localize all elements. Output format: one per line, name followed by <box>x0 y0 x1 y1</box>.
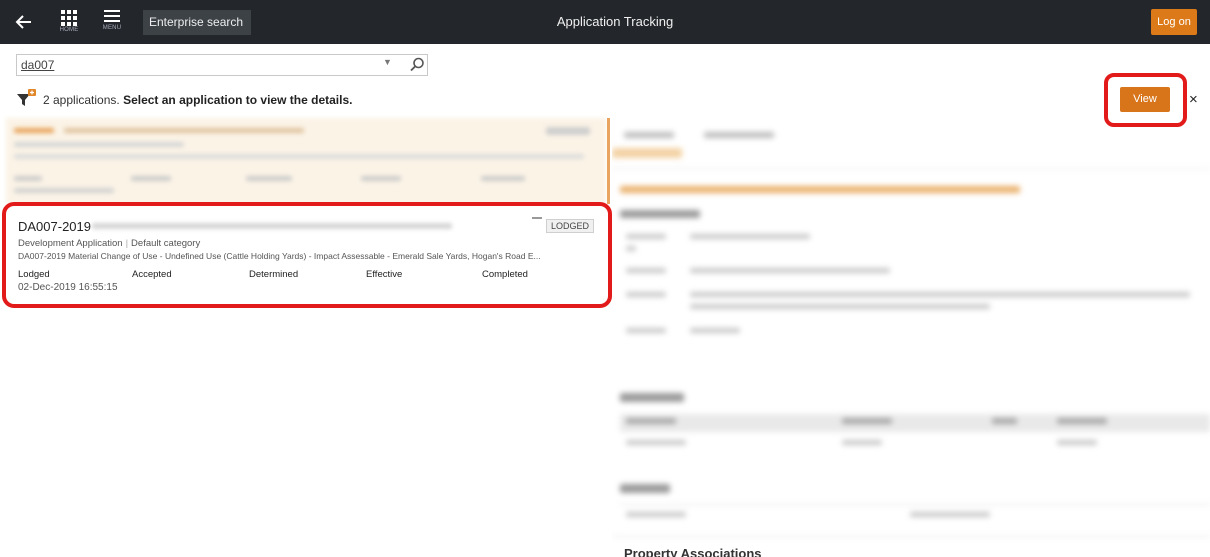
milestone-effective: Effective <box>366 269 403 280</box>
home-label: HOME <box>59 27 79 33</box>
log-on-button[interactable]: Log on <box>1151 9 1197 35</box>
milestone-lodged: Lodged <box>18 269 50 280</box>
menu-label: MENU <box>102 25 122 31</box>
milestone-accepted: Accepted <box>132 269 172 280</box>
application-title-blurred <box>92 223 452 229</box>
status-marker <box>532 217 542 219</box>
filter-icon[interactable] <box>16 88 38 108</box>
top-bar: HOME MENU Enterprise search Application … <box>0 0 1210 44</box>
search-icon[interactable] <box>408 56 426 74</box>
selection-rail <box>607 118 610 204</box>
home-button[interactable]: HOME <box>54 7 84 39</box>
menu-button[interactable]: MENU <box>97 7 127 39</box>
view-button[interactable]: View <box>1120 87 1170 112</box>
application-id: DA007-2019 <box>18 219 91 234</box>
grid-icon <box>61 10 77 26</box>
application-type-label: Development Application <box>18 238 123 249</box>
page-title: Application Tracking <box>556 14 674 29</box>
dropdown-caret-icon[interactable]: ▼ <box>383 57 392 67</box>
search-input[interactable] <box>21 56 351 74</box>
application-list-item[interactable]: DA007-2019 LODGED Development Applicatio… <box>7 210 607 304</box>
lodged-date: 02-Dec-2019 16:55:15 <box>18 282 118 293</box>
back-arrow-icon[interactable] <box>13 11 35 33</box>
detail-content-blurred <box>612 118 1210 557</box>
search-box: ▼ <box>16 54 428 76</box>
detail-pane <box>612 118 1210 557</box>
milestone-completed: Completed <box>482 269 528 280</box>
status-badge: LODGED <box>546 219 594 233</box>
result-count: 2 applications. <box>43 93 120 107</box>
application-category: Default category <box>131 238 201 249</box>
close-icon[interactable]: × <box>1189 91 1198 108</box>
enterprise-search-button[interactable]: Enterprise search <box>143 10 251 35</box>
result-summary: 2 applications. Select an application to… <box>43 93 352 107</box>
milestone-determined: Determined <box>249 269 299 280</box>
application-type: Development Application | Default category <box>18 238 201 249</box>
property-associations-heading: Property Associations <box>624 546 762 557</box>
result-instruction: Select an application to view the detail… <box>123 93 353 107</box>
application-description: DA007-2019 Material Change of Use - Unde… <box>18 251 541 261</box>
list-item-blurred[interactable] <box>6 118 606 204</box>
hamburger-icon <box>104 10 120 22</box>
